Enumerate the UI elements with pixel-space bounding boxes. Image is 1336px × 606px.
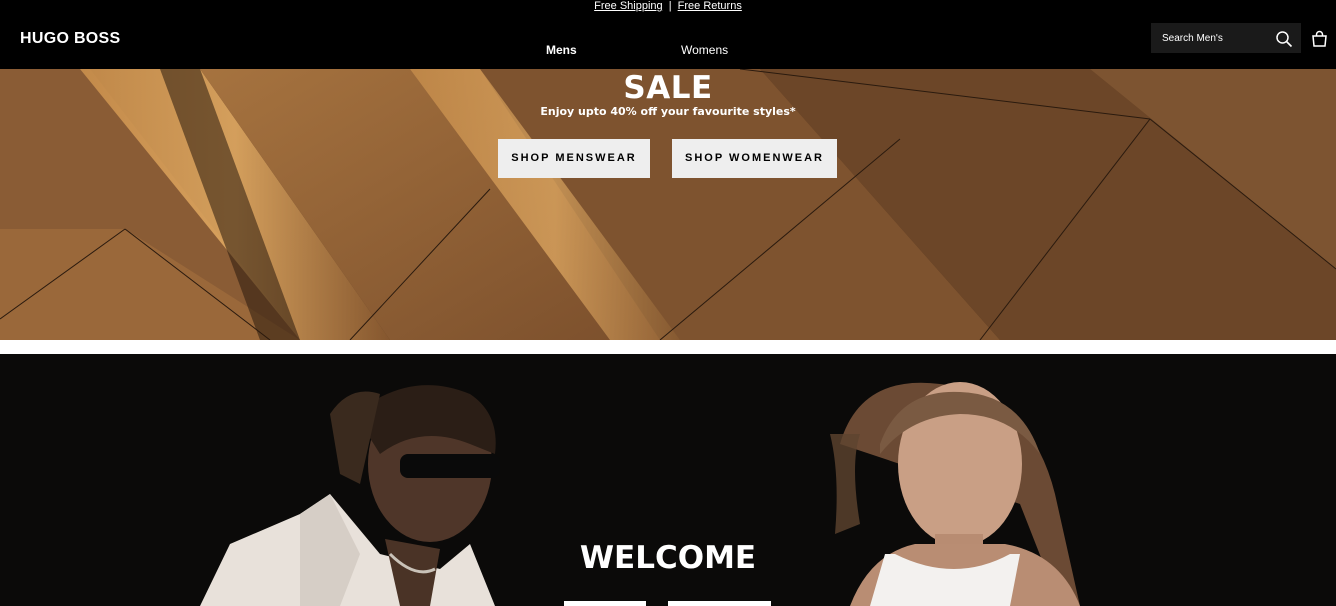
shop-menswear-button[interactable]: SHOP MENSWEAR	[498, 139, 650, 178]
welcome-shop-button-1[interactable]	[564, 601, 646, 606]
free-shipping-link[interactable]: Free Shipping	[594, 0, 663, 12]
sale-subtitle: Enjoy upto 40% off your favourite styles…	[540, 105, 796, 118]
nav-womens[interactable]: Womens	[681, 43, 728, 57]
welcome-title: WELCOME	[579, 540, 757, 576]
main-nav: Mens Womens	[0, 43, 1336, 59]
search-box	[1151, 23, 1301, 53]
bag-icon[interactable]	[1311, 30, 1328, 47]
search-input[interactable]	[1151, 23, 1269, 53]
welcome-shop-button-2[interactable]	[668, 601, 771, 606]
promo-strip: Free Shipping | Free Returns	[0, 0, 1336, 14]
free-returns-link[interactable]: Free Returns	[678, 0, 742, 12]
promo-separator: |	[668, 0, 672, 12]
sale-title: SALE	[623, 70, 713, 106]
section-divider	[0, 340, 1336, 354]
search-icon[interactable]	[1275, 30, 1293, 48]
site-header: HUGO BOSS Mens Womens	[0, 14, 1336, 69]
nav-mens[interactable]: Mens	[546, 43, 577, 57]
shop-womenwear-button[interactable]: SHOP WOMENWEAR	[672, 139, 837, 178]
sale-banner: SALE Enjoy upto 40% off your favourite s…	[0, 69, 1336, 340]
welcome-section: WELCOME	[0, 354, 1336, 606]
